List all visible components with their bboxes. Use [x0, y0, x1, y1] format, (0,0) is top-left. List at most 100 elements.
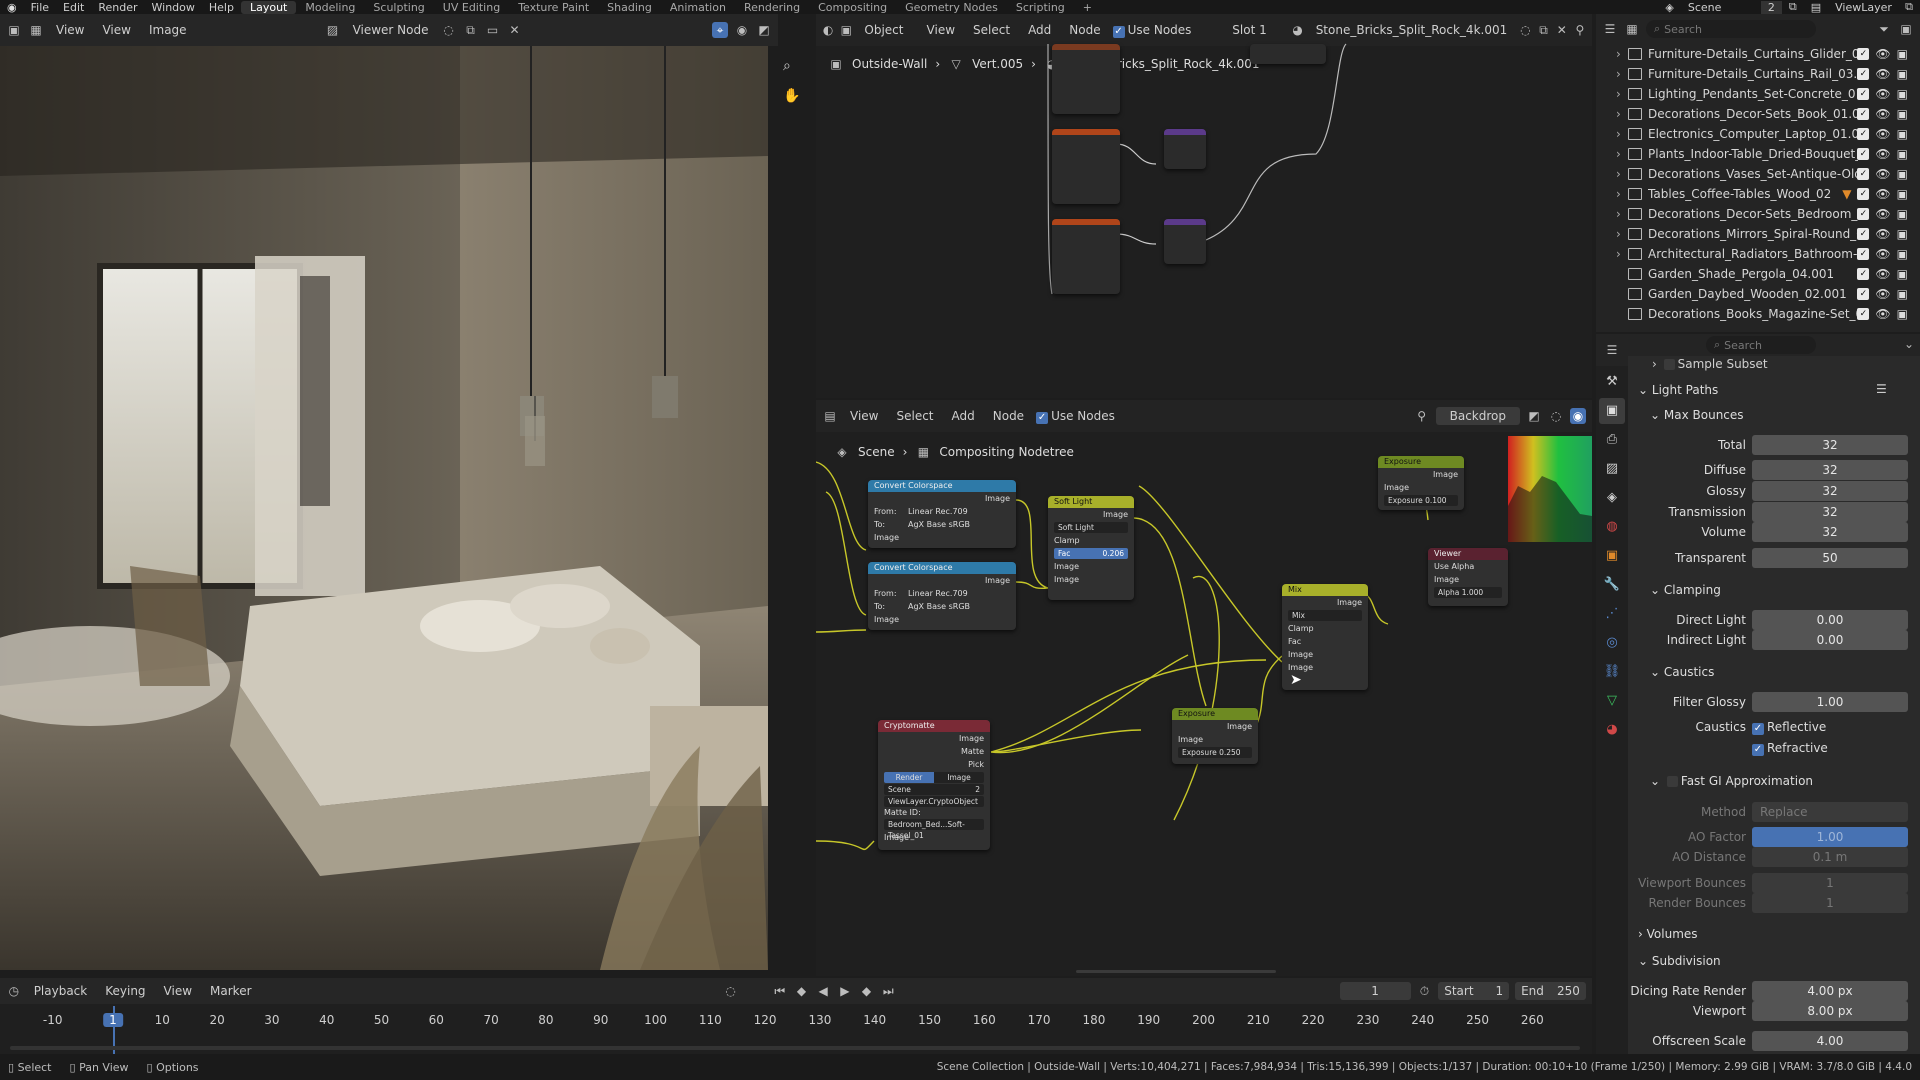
- node-use-alpha-checkbox[interactable]: Use Alpha: [1428, 560, 1508, 573]
- new-collection-icon[interactable]: ▣: [1898, 21, 1914, 37]
- menu-help[interactable]: Help: [202, 1, 241, 14]
- camera-icon[interactable]: ▣: [1897, 224, 1908, 244]
- outliner-row[interactable]: › Furniture-Details_Curtains_Rail_03.001 ✓…: [1596, 64, 1914, 84]
- exclude-checkbox[interactable]: ✓: [1857, 188, 1870, 200]
- expand-arrow-icon[interactable]: ›: [1616, 44, 1621, 64]
- eye-icon[interactable]: 👁: [1875, 124, 1890, 144]
- node-fac-field[interactable]: Fac 0.206: [1054, 548, 1128, 559]
- display-mode-icon[interactable]: ▦: [1624, 21, 1640, 37]
- node-clamp-checkbox[interactable]: Clamp: [1282, 622, 1368, 635]
- material-tab-icon[interactable]: ◕: [1599, 717, 1625, 743]
- jump-start-icon[interactable]: ⏮: [772, 983, 788, 999]
- camera-icon[interactable]: ▣: [1897, 64, 1908, 84]
- prev-keyframe-icon[interactable]: ◆: [794, 983, 810, 999]
- menu-file[interactable]: File: [24, 1, 56, 14]
- exclude-checkbox[interactable]: ✓: [1857, 148, 1870, 160]
- menu-edit[interactable]: Edit: [56, 1, 91, 14]
- node-tab-image[interactable]: Image: [934, 772, 984, 783]
- eye-icon[interactable]: 👁: [1875, 224, 1890, 244]
- bounce-field-glossy[interactable]: 32: [1752, 481, 1908, 501]
- exclude-checkbox[interactable]: ✓: [1857, 248, 1870, 260]
- expand-arrow-icon[interactable]: ›: [1616, 244, 1621, 264]
- menu-image[interactable]: Image: [143, 21, 193, 39]
- blender-logo-icon[interactable]: ◉: [0, 1, 24, 14]
- refractive-checkbox[interactable]: ✓ Refractive: [1752, 741, 1828, 756]
- workspace-tab-animation[interactable]: Animation: [661, 1, 735, 14]
- shader-node-small-4[interactable]: [1164, 129, 1206, 169]
- expand-arrow-icon[interactable]: ›: [1616, 144, 1621, 164]
- play-icon[interactable]: ▶: [837, 983, 853, 999]
- node-exposure-field[interactable]: Exposure 0.100: [1384, 495, 1458, 506]
- menu-view[interactable]: View: [96, 21, 136, 39]
- workspace-tab-layout[interactable]: Layout: [240, 0, 297, 14]
- workspace-tab-sculpting[interactable]: Sculpting: [364, 1, 433, 14]
- overlay-icon[interactable]: ◉: [734, 22, 750, 38]
- particles-tab-icon[interactable]: ⋰: [1599, 601, 1625, 627]
- camera-icon[interactable]: ▣: [1897, 104, 1908, 124]
- zoom-icon[interactable]: ⌕: [783, 58, 791, 74]
- eye-icon[interactable]: 👁: [1875, 64, 1890, 84]
- fake-user-icon[interactable]: ◌: [441, 22, 457, 38]
- offscreen-scale-field[interactable]: 4.00: [1752, 1031, 1908, 1051]
- eye-icon[interactable]: 👁: [1875, 144, 1890, 164]
- workspace-tab-modeling[interactable]: Modeling: [296, 1, 364, 14]
- expand-arrow-icon[interactable]: ›: [1616, 84, 1621, 104]
- image-browse-icon[interactable]: ▨: [325, 22, 341, 38]
- tool-tab-icon[interactable]: ⚒: [1599, 369, 1625, 395]
- eye-icon[interactable]: 👁: [1875, 44, 1890, 64]
- image-name-field[interactable]: Viewer Node: [347, 21, 435, 39]
- shader-node-small-5[interactable]: [1164, 219, 1206, 264]
- presets-list-icon[interactable]: ☰: [1876, 382, 1887, 396]
- filter-glossy-field[interactable]: 1.00: [1752, 692, 1908, 712]
- horizontal-scrollbar[interactable]: [1076, 970, 1276, 973]
- shader-node-small-2[interactable]: [1052, 129, 1120, 204]
- stopwatch-icon[interactable]: ⏱: [1417, 983, 1433, 999]
- editor-type-icon[interactable]: ▣: [6, 22, 22, 38]
- workspace-tab-rendering[interactable]: Rendering: [735, 1, 809, 14]
- node-clamp-checkbox[interactable]: Clamp: [1048, 534, 1134, 547]
- workspace-tab-shading[interactable]: Shading: [598, 1, 661, 14]
- menu-view[interactable]: View: [158, 982, 198, 1000]
- modifiers-tab-icon[interactable]: 🔧: [1599, 572, 1625, 598]
- bounce-field-diffuse[interactable]: 32: [1752, 460, 1908, 480]
- camera-icon[interactable]: ▣: [1897, 204, 1908, 224]
- workspace-tab-geometry-nodes[interactable]: Geometry Nodes: [896, 1, 1007, 14]
- camera-icon[interactable]: ▣: [1897, 164, 1908, 184]
- node-to-field[interactable]: To: AgX Base sRGB: [868, 518, 1016, 531]
- object-tab-icon[interactable]: ▣: [1599, 543, 1625, 569]
- node-tab-render[interactable]: Render: [884, 772, 934, 783]
- properties-editor-type[interactable]: ☰: [1596, 334, 1628, 366]
- node-matte-id-field[interactable]: Bedroom_Bed...Soft-Tassel_01: [884, 819, 984, 840]
- expand-arrow-icon[interactable]: ›: [1616, 64, 1621, 84]
- bounce-field-volume[interactable]: 32: [1752, 522, 1908, 542]
- outliner-row[interactable]: › Tables_Coffee-Tables_Wood_02 ▼ ✓ 👁 ▣: [1596, 184, 1914, 204]
- output-tab-icon[interactable]: ⎙: [1599, 427, 1625, 453]
- camera-icon[interactable]: ▣: [1897, 44, 1908, 64]
- end-frame-field[interactable]: End 250: [1515, 982, 1586, 1000]
- node-alpha-field[interactable]: Alpha 1.000: [1434, 587, 1502, 598]
- eye-icon[interactable]: 👁: [1875, 104, 1890, 124]
- constraints-tab-icon[interactable]: ⛓: [1599, 659, 1625, 685]
- physics-tab-icon[interactable]: ◎: [1599, 630, 1625, 656]
- bounce-field-total[interactable]: 32: [1752, 435, 1908, 455]
- view-layer-tab-icon[interactable]: ▨: [1599, 456, 1625, 482]
- add-workspace-icon[interactable]: +: [1074, 1, 1101, 14]
- node-soft-light[interactable]: Soft Light Image Soft Light Clamp Fac 0.2…: [1048, 496, 1134, 600]
- expand-arrow-icon[interactable]: ›: [1616, 204, 1621, 224]
- outliner-row[interactable]: › Plants_Indoor-Table_Dried-Bouquet_07 ✓ 👁 ▣: [1596, 144, 1914, 164]
- outliner-row[interactable]: › Decorations_Mirrors_Spiral-Round_01 ✓ 👁 ▣: [1596, 224, 1914, 244]
- workspace-tab-texture-paint[interactable]: Texture Paint: [509, 1, 598, 14]
- new-image-icon[interactable]: ⧉: [463, 22, 479, 38]
- timeline-scrollbar[interactable]: [10, 1046, 1580, 1050]
- outliner-row[interactable]: Garden_Shade_Pergola_04.001 ✓ 👁 ▣: [1596, 264, 1914, 284]
- properties-options-icon[interactable]: ⌄: [1904, 337, 1914, 351]
- exclude-checkbox[interactable]: ✓: [1857, 48, 1870, 60]
- view-dropdown[interactable]: View: [50, 21, 90, 39]
- jump-end-icon[interactable]: ⏭: [880, 983, 896, 999]
- sample-subset-panel[interactable]: › Sample Subset: [1652, 357, 1768, 371]
- bounce-field-transparent[interactable]: 50: [1752, 548, 1908, 568]
- auto-keying-icon[interactable]: ◌: [723, 983, 739, 999]
- node-convert-colorspace-2[interactable]: Convert Colorspace Image From: Linear Re…: [868, 562, 1016, 630]
- editor-type-icon[interactable]: ◷: [6, 983, 22, 999]
- outliner-row[interactable]: › Lighting_Pendants_Set-Concrete_01 ✓ 👁 ▣: [1596, 84, 1914, 104]
